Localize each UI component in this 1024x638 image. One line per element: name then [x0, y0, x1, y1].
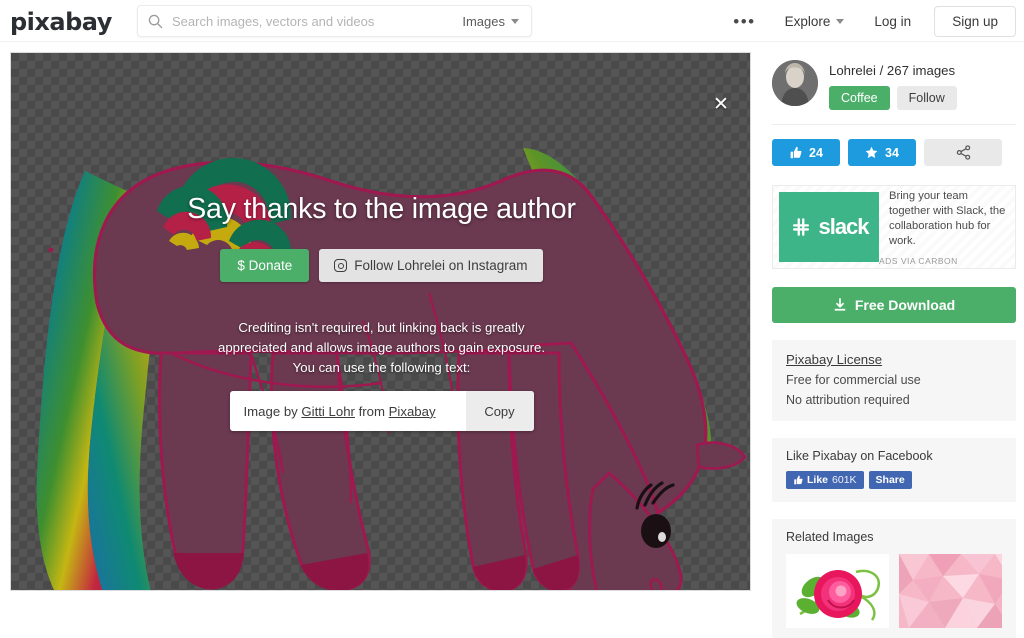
credit-prefix: Image by	[243, 403, 302, 419]
related-images-box: Related Images	[772, 519, 1016, 638]
search-input[interactable]	[172, 13, 463, 29]
credit-note-line-2: appreciated and allows image authors to …	[218, 340, 545, 355]
share-button[interactable]	[924, 139, 1002, 166]
facebook-like-button[interactable]: Like 601K	[786, 471, 864, 489]
thanks-actions: $ Donate Follow Lohrelei on Instagram	[11, 249, 750, 282]
chevron-down-icon	[836, 18, 845, 24]
avatar[interactable]	[772, 60, 818, 106]
header-nav: ••• Explore Log in Sign up	[719, 0, 1016, 42]
credit-site-link[interactable]: Pixabay	[389, 404, 436, 419]
license-line-1: Free for commercial use	[786, 373, 921, 387]
thanks-overlay: Say thanks to the image author $ Donate …	[11, 193, 750, 431]
stats-row: 24 34	[772, 139, 1016, 166]
instagram-icon	[334, 259, 348, 272]
facebook-box: Like Pixabay on Facebook Like 601K Share	[772, 438, 1016, 502]
copy-button[interactable]: Copy	[465, 391, 534, 431]
related-thumbs	[786, 554, 1002, 628]
credit-note-line-1: Crediting isn't required, but linking ba…	[238, 320, 525, 335]
slack-logo-tile: slack	[779, 192, 879, 262]
credit-note: Crediting isn't required, but linking ba…	[11, 318, 750, 378]
follow-button[interactable]: Follow	[896, 86, 957, 110]
share-icon	[956, 145, 970, 160]
favorite-count: 34	[885, 145, 899, 160]
thanks-title: Say thanks to the image author	[187, 193, 576, 225]
search-icon	[148, 14, 163, 29]
like-count: 24	[809, 145, 823, 160]
facebook-thumb-icon	[794, 475, 803, 485]
credit-note-line-3: You can use the following text:	[292, 360, 471, 375]
facebook-like-label: Like	[807, 474, 829, 486]
follow-instagram-button[interactable]: Follow Lohrelei on Instagram	[319, 249, 543, 282]
credit-text-box[interactable]: Image by Gitti Lohr from Pixabay Copy	[229, 391, 534, 431]
ad-attribution: ADS VIA CARBON	[879, 255, 958, 266]
nav-login[interactable]: Log in	[859, 14, 926, 29]
image-viewer[interactable]: ✕ Say thanks to the image author $ Donat…	[10, 52, 751, 591]
related-thumb-rose[interactable]	[786, 554, 889, 628]
facebook-share-button[interactable]: Share	[868, 471, 912, 489]
ad-text: Bring your team together with Slack, the…	[889, 189, 1006, 247]
slack-wordmark: slack	[818, 214, 869, 239]
star-icon	[865, 146, 878, 158]
search-type-dropdown[interactable]: Images	[462, 14, 519, 29]
license-link[interactable]: Pixabay License	[786, 352, 1002, 367]
download-icon	[834, 298, 846, 311]
more-menu-icon[interactable]: •••	[719, 13, 769, 30]
related-images-title: Related Images	[786, 530, 874, 544]
credit-author-link[interactable]: Gitti Lohr	[301, 404, 355, 419]
coffee-button[interactable]: Coffee	[829, 86, 890, 110]
author-block: Lohrelei / 267 images Coffee Follow	[772, 60, 1016, 110]
chevron-down-icon	[511, 18, 519, 24]
slack-hash-icon	[793, 218, 810, 236]
like-button[interactable]: 24	[772, 139, 840, 166]
donate-button[interactable]: $ Donate	[220, 249, 310, 282]
signup-button[interactable]: Sign up	[934, 5, 1016, 37]
sidebar: Lohrelei / 267 images Coffee Follow 24 3…	[772, 60, 1016, 638]
facebook-title: Like Pixabay on Facebook	[786, 449, 933, 463]
facebook-like-count: 601K	[832, 474, 857, 486]
close-icon[interactable]: ✕	[710, 93, 732, 115]
pixabay-logo[interactable]: pixabay	[10, 8, 112, 36]
author-name[interactable]: Lohrelei / 267 images	[829, 63, 957, 78]
carbon-ad[interactable]: slack Bring your team together with Slac…	[772, 185, 1016, 269]
free-download-button[interactable]: Free Download	[772, 287, 1016, 323]
site-header: pixabay Images ••• Explore Log in Sign u…	[0, 0, 1024, 42]
divider	[772, 124, 1016, 125]
credit-string: Image by Gitti Lohr from Pixabay	[230, 404, 466, 419]
thumbs-up-icon	[790, 146, 802, 159]
author-info: Lohrelei / 267 images Coffee Follow	[829, 60, 957, 110]
license-line-2: No attribution required	[786, 393, 910, 407]
search-type-label: Images	[462, 13, 505, 29]
nav-explore-label: Explore	[784, 13, 831, 29]
license-box: Pixabay License Free for commercial use …	[772, 340, 1016, 421]
nav-explore[interactable]: Explore	[770, 14, 860, 29]
free-download-label: Free Download	[854, 297, 956, 313]
follow-instagram-label: Follow Lohrelei on Instagram	[354, 258, 528, 273]
favorite-button[interactable]: 34	[848, 139, 916, 166]
ad-copy: Bring your team together with Slack, the…	[879, 189, 1009, 266]
facebook-actions: Like 601K Share	[786, 471, 1002, 489]
search-bar[interactable]: Images	[137, 5, 532, 37]
credit-middle: from	[354, 403, 389, 419]
related-thumb-lowpoly[interactable]	[899, 554, 1002, 628]
author-actions: Coffee Follow	[829, 86, 957, 110]
